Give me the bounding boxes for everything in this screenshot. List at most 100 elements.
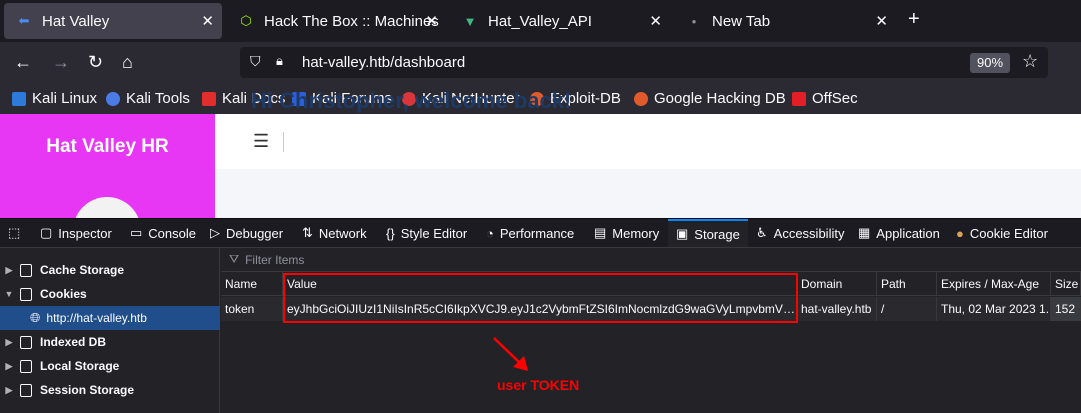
bookmark-star-icon[interactable]: ☆ bbox=[1022, 51, 1038, 72]
tab-label: Console bbox=[148, 225, 196, 241]
storage-db-icon bbox=[20, 263, 32, 277]
tab-new-tab[interactable]: ● New Tab ✕ bbox=[674, 3, 896, 39]
web-page: Hat Valley HR ☰ bbox=[0, 114, 1081, 265]
tab-memory[interactable]: ▤ Memory bbox=[594, 219, 659, 247]
close-tab-icon[interactable]: ✕ bbox=[649, 12, 662, 30]
tab-label: Style Editor bbox=[400, 225, 468, 241]
tab-inspector[interactable]: ▢ Inspector bbox=[40, 219, 112, 247]
expand-triangle-icon[interactable]: ▶ bbox=[2, 265, 16, 276]
bookmark-label: Kali Tools bbox=[126, 90, 190, 107]
divider bbox=[283, 132, 284, 152]
filter-placeholder: Filter Items bbox=[245, 252, 305, 267]
close-tab-icon[interactable]: ✕ bbox=[425, 12, 438, 30]
home-icon[interactable]: ⌂ bbox=[122, 52, 133, 72]
tree-item-session-storage[interactable]: ▶ Session Storage bbox=[0, 378, 220, 402]
annotation-label: user TOKEN bbox=[497, 377, 580, 393]
column-header-expires[interactable]: Expires / Max-Age bbox=[937, 272, 1051, 296]
element-picker-icon[interactable]: ⬚ bbox=[8, 219, 20, 247]
cell-domain[interactable]: hat-valley.htb bbox=[797, 297, 877, 321]
storage-tree: ▶ Cache Storage ▼ Cookies 🌐︎ http://hat-val… bbox=[0, 248, 220, 413]
tree-label: Session Storage bbox=[40, 383, 135, 397]
tab-hat-valley-api[interactable]: ▼ Hat_Valley_API ✕ bbox=[450, 3, 670, 39]
tab-label: Hat_Valley_API bbox=[488, 12, 592, 30]
kali-docs-icon bbox=[202, 91, 216, 106]
performance-icon: ◔ bbox=[486, 225, 494, 241]
column-header-domain[interactable]: Domain bbox=[797, 272, 877, 296]
app-sidebar: Hat Valley HR bbox=[0, 114, 215, 265]
token-highlight-box bbox=[283, 273, 798, 323]
tree-item-local-storage[interactable]: ▶ Local Storage bbox=[0, 354, 220, 378]
tab-network[interactable]: ⇅ Network bbox=[302, 219, 367, 247]
app-topnav: ☰ bbox=[215, 114, 1081, 169]
column-header-size[interactable]: Size bbox=[1051, 272, 1081, 296]
column-header-name[interactable]: Name bbox=[221, 272, 283, 296]
tab-label: Memory bbox=[612, 225, 660, 241]
devtools-toolbar: ⬚ ▢ Inspector ▭ Console ▷ Debugger ⇅ Network… bbox=[0, 219, 1081, 248]
tab-style-editor[interactable]: {} Style Editor bbox=[386, 219, 467, 247]
tree-label: Indexed DB bbox=[40, 335, 107, 349]
tree-label: Cookies bbox=[40, 287, 87, 301]
filter-icon: ⛛ bbox=[229, 252, 240, 266]
tab-label: Inspector bbox=[58, 225, 112, 241]
hack-the-box-favicon-icon: ⬡ bbox=[240, 13, 252, 28]
bookmark-offsec[interactable]: OffSec bbox=[792, 90, 858, 107]
expand-triangle-icon[interactable]: ▶ bbox=[2, 385, 16, 396]
tab-storage[interactable]: ▣ Storage bbox=[668, 219, 748, 247]
vue-favicon-icon: ▼ bbox=[463, 13, 477, 29]
offsec-icon bbox=[792, 91, 806, 106]
tab-debugger[interactable]: ▷ Debugger bbox=[210, 219, 283, 247]
tab-performance[interactable]: ◔ Performance bbox=[486, 219, 574, 247]
google-hacking-db-icon bbox=[634, 91, 648, 106]
storage-icon: ▣ bbox=[676, 226, 689, 241]
storage-db-icon bbox=[20, 383, 32, 397]
bookmark-kali-linux[interactable]: Kali Linux bbox=[12, 90, 97, 107]
close-tab-icon[interactable]: ✕ bbox=[875, 12, 888, 30]
back-arrow-icon[interactable]: ← bbox=[14, 52, 32, 72]
column-header-path[interactable]: Path bbox=[877, 272, 937, 296]
forward-arrow-icon[interactable]: → bbox=[52, 52, 70, 72]
tab-label: Debugger bbox=[226, 225, 284, 241]
tree-item-cookies[interactable]: ▼ Cookies bbox=[0, 282, 220, 306]
bookmark-label: Google Hacking DB bbox=[654, 90, 786, 107]
cell-expires[interactable]: Thu, 02 Mar 2023 1... bbox=[937, 297, 1051, 321]
collapse-triangle-icon[interactable]: ▼ bbox=[2, 289, 16, 299]
tab-label: Performance bbox=[499, 225, 575, 241]
tab-application[interactable]: ▦ Application bbox=[858, 219, 940, 247]
cell-path[interactable]: / bbox=[877, 297, 937, 321]
tree-label: Cache Storage bbox=[40, 263, 125, 277]
tab-accessibility[interactable]: ♿︎ Accessibility bbox=[756, 219, 844, 247]
inspector-icon: ▢ bbox=[40, 225, 53, 240]
tab-hat-valley[interactable]: ⬅ Hat Valley ✕ bbox=[4, 3, 222, 39]
cell-name[interactable]: token bbox=[221, 297, 283, 321]
reload-icon[interactable]: ↻ bbox=[88, 52, 103, 72]
new-tab-button[interactable]: + bbox=[908, 9, 920, 29]
tab-console[interactable]: ▭ Console bbox=[130, 219, 196, 247]
tree-item-hat-valley-host[interactable]: 🌐︎ http://hat-valley.htb bbox=[0, 306, 220, 330]
cell-size[interactable]: 152 bbox=[1051, 297, 1081, 321]
bookmark-kali-tools[interactable]: Kali Tools bbox=[106, 90, 190, 107]
tab-label: Accessibility bbox=[773, 225, 845, 241]
tab-label: Network bbox=[318, 225, 367, 241]
hamburger-menu-icon[interactable]: ☰ bbox=[253, 131, 269, 152]
zoom-indicator[interactable]: 90% bbox=[970, 53, 1010, 73]
globe-icon: 🌐︎ bbox=[30, 310, 41, 325]
url-text[interactable]: hat-valley.htb/dashboard bbox=[302, 54, 465, 71]
tree-item-indexed-db[interactable]: ▶ Indexed DB bbox=[0, 330, 220, 354]
tree-item-cache-storage[interactable]: ▶ Cache Storage bbox=[0, 258, 220, 282]
new-tab-favicon-icon: ● bbox=[691, 16, 697, 26]
url-bar[interactable]: ⛉ 🔒︎ hat-valley.htb/dashboard 90% ☆ bbox=[240, 47, 1048, 78]
tree-label: http://hat-valley.htb bbox=[46, 311, 147, 325]
storage-db-icon bbox=[20, 335, 32, 349]
expand-triangle-icon[interactable]: ▶ bbox=[2, 361, 16, 372]
bookmark-google-hacking-db[interactable]: Google Hacking DB bbox=[634, 90, 786, 107]
close-tab-icon[interactable]: ✕ bbox=[201, 12, 214, 30]
filter-items-input[interactable]: ⛛ Filter Items bbox=[221, 248, 1081, 272]
tab-label: Hack The Box :: Machines bbox=[264, 12, 439, 30]
accessibility-icon: ♿︎ bbox=[756, 225, 768, 240]
tab-hack-the-box[interactable]: ⬡ Hack The Box :: Machines ✕ bbox=[226, 3, 446, 39]
expand-triangle-icon[interactable]: ▶ bbox=[2, 337, 16, 348]
tab-label: Application bbox=[876, 225, 940, 241]
tab-cookie-editor[interactable]: ● Cookie Editor bbox=[956, 219, 1048, 247]
page-info-icon[interactable]: 🔒︎ bbox=[276, 53, 283, 69]
shield-icon[interactable]: ⛉ bbox=[250, 53, 261, 70]
